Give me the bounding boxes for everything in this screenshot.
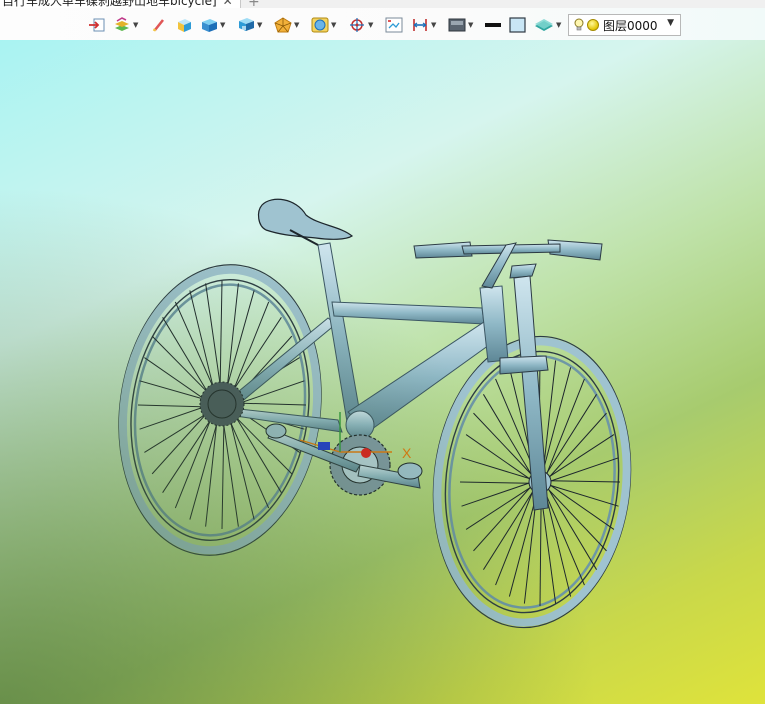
layer-name: 图层0000	[603, 18, 658, 33]
layers-stack-button[interactable]: ▼	[113, 16, 138, 34]
spoke	[461, 457, 531, 480]
spoke	[189, 290, 215, 392]
spoke	[226, 283, 239, 390]
spoke	[549, 480, 621, 483]
import-button[interactable]	[88, 16, 106, 34]
close-icon[interactable]: ✕	[223, 0, 233, 8]
rear-cassette	[199, 381, 245, 427]
saddle	[257, 198, 354, 246]
line-color-button[interactable]	[484, 16, 502, 34]
fill-color-button[interactable]	[509, 16, 527, 34]
polygon-shape-icon	[274, 17, 292, 33]
lightbulb-icon[interactable]	[574, 18, 584, 32]
box-view-icon	[202, 19, 217, 32]
view-toolbar: ▼ ▼ ▼ ▼ ▼ ▼ ▼ ▼ ▼ 图层0000 ▼	[0, 8, 765, 40]
crankset	[265, 423, 423, 496]
dimension-button[interactable]: ▼	[411, 16, 436, 34]
display-mode-icon	[448, 18, 466, 32]
spoke	[233, 415, 293, 475]
spoke	[229, 418, 255, 520]
spoke	[205, 420, 218, 527]
spoke	[222, 420, 239, 527]
plus-icon[interactable]: +	[248, 0, 260, 8]
box-view-button[interactable]: ▼	[200, 16, 225, 34]
spoke	[549, 484, 619, 507]
polygon-shape-button[interactable]: ▼	[274, 16, 299, 34]
spoke	[205, 283, 222, 390]
3d-viewport[interactable]: X	[0, 40, 765, 704]
render-style-icon	[311, 17, 329, 33]
document-tab[interactable]: 自行车成人单车碟刹越野山地车bicycle] ✕	[0, 0, 241, 8]
sketch-pen-icon	[152, 19, 165, 32]
render-style-button[interactable]: ▼	[311, 16, 336, 34]
chevron-down-icon[interactable]: ▼	[667, 18, 674, 28]
axis-x-label: X	[402, 445, 412, 461]
shaded-box-button[interactable]: ▼	[237, 16, 262, 34]
snap-target-icon	[350, 18, 364, 32]
spoke	[137, 404, 207, 408]
bicycle-model[interactable]: X	[0, 40, 765, 704]
frame	[227, 242, 509, 440]
import-icon	[89, 18, 105, 32]
spoke	[162, 417, 213, 493]
spoke	[219, 280, 223, 390]
layers-stack-icon	[115, 17, 129, 31]
document-tab-title: 自行车成人单车碟刹越野山地车bicycle]	[2, 0, 217, 8]
snap-target-button[interactable]: ▼	[348, 16, 373, 34]
spoke	[221, 420, 225, 530]
tab-bar: 自行车成人单车碟刹越野山地车bicycle] ✕ +	[0, 0, 765, 8]
sketch-pen-button[interactable]	[152, 16, 166, 34]
dimension-icon	[413, 19, 427, 31]
screen-capture-button[interactable]	[385, 16, 403, 34]
spoke	[139, 380, 207, 401]
spoke	[151, 335, 211, 395]
line-color-swatch-icon	[485, 23, 501, 27]
spoke	[225, 290, 255, 390]
spoke	[174, 301, 216, 391]
fill-color-swatch-icon	[509, 17, 526, 33]
material-plane-icon	[535, 19, 553, 31]
shaded-box-icon	[239, 18, 254, 31]
solid-box-icon	[178, 19, 191, 32]
solid-box-button[interactable]	[176, 16, 192, 34]
layer-color-icon[interactable]	[587, 19, 599, 31]
screen-capture-icon	[385, 17, 403, 33]
spoke	[144, 357, 207, 402]
spoke	[228, 419, 270, 509]
display-mode-button[interactable]: ▼	[448, 16, 473, 34]
material-plane-button[interactable]: ▼	[534, 16, 561, 34]
spoke	[237, 402, 307, 406]
spoke	[189, 420, 219, 520]
spoke	[459, 481, 531, 484]
layer-select[interactable]: 图层0000 ▼	[568, 14, 681, 36]
spoke	[162, 317, 210, 396]
